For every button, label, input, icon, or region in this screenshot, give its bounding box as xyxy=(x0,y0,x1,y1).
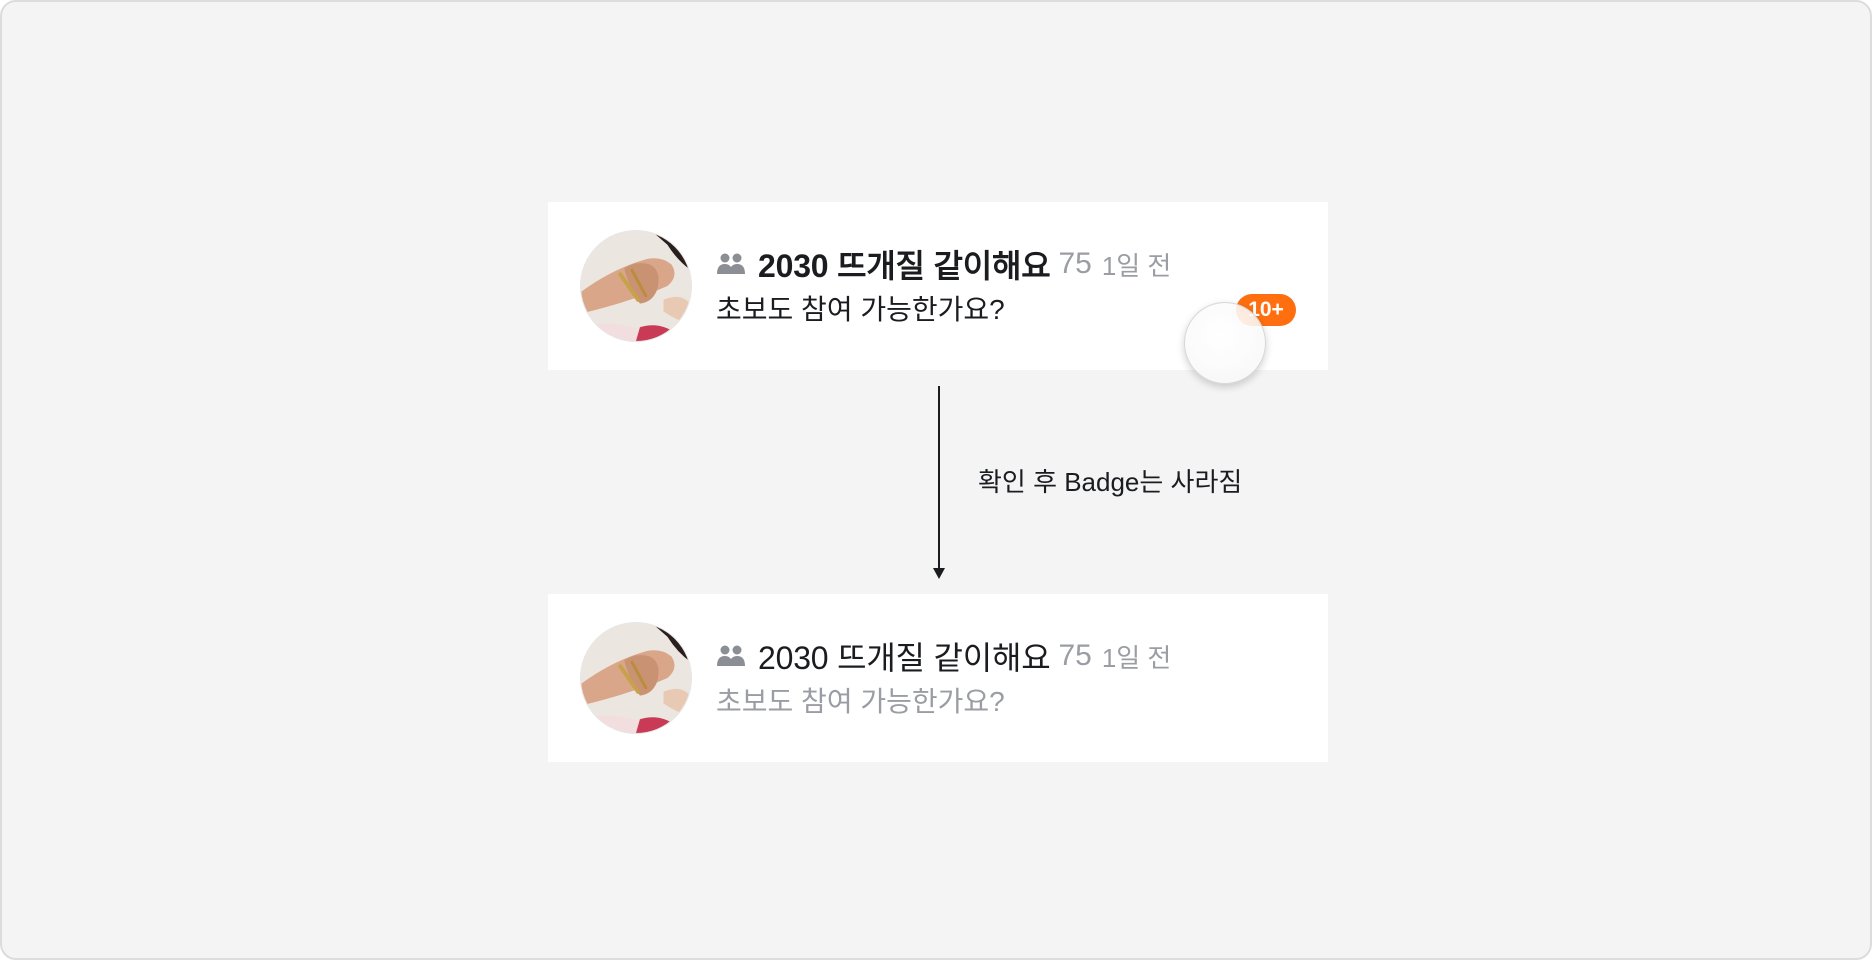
transition-note: 확인 후 Badge는 사라짐 xyxy=(978,467,1243,497)
canvas: 2030 뜨개질 같이해요 75 1일 전 초보도 참여 가능한가요? 10+ … xyxy=(0,0,1872,960)
arrow-down-icon xyxy=(933,568,945,579)
chat-title: 2030 뜨개질 같이해요 xyxy=(758,248,1051,284)
knitting-photo-icon xyxy=(581,231,691,341)
chat-title: 2030 뜨개질 같이해요 xyxy=(758,640,1051,676)
touch-indicator xyxy=(1184,302,1266,384)
member-count: 75 xyxy=(1058,247,1092,280)
last-message: 초보도 참여 가능한가요? xyxy=(716,686,1005,717)
timestamp: 1일 전 xyxy=(1101,642,1172,673)
group-avatar xyxy=(580,622,692,734)
knitting-photo-icon xyxy=(581,623,691,733)
title-row: 2030 뜨개질 같이해요 75 1일 전 xyxy=(716,636,1171,676)
group-members-icon xyxy=(716,644,746,668)
title-row: 2030 뜨개질 같이해요 75 1일 전 xyxy=(716,244,1171,284)
last-message: 초보도 참여 가능한가요? xyxy=(716,294,1005,325)
group-avatar xyxy=(580,230,692,342)
timestamp: 1일 전 xyxy=(1101,250,1172,281)
flow-arrow-line xyxy=(938,386,940,570)
group-members-icon xyxy=(716,252,746,276)
chat-list-item-read[interactable]: 2030 뜨개질 같이해요 75 1일 전 초보도 참여 가능한가요? xyxy=(548,594,1328,762)
member-count: 75 xyxy=(1058,639,1092,672)
